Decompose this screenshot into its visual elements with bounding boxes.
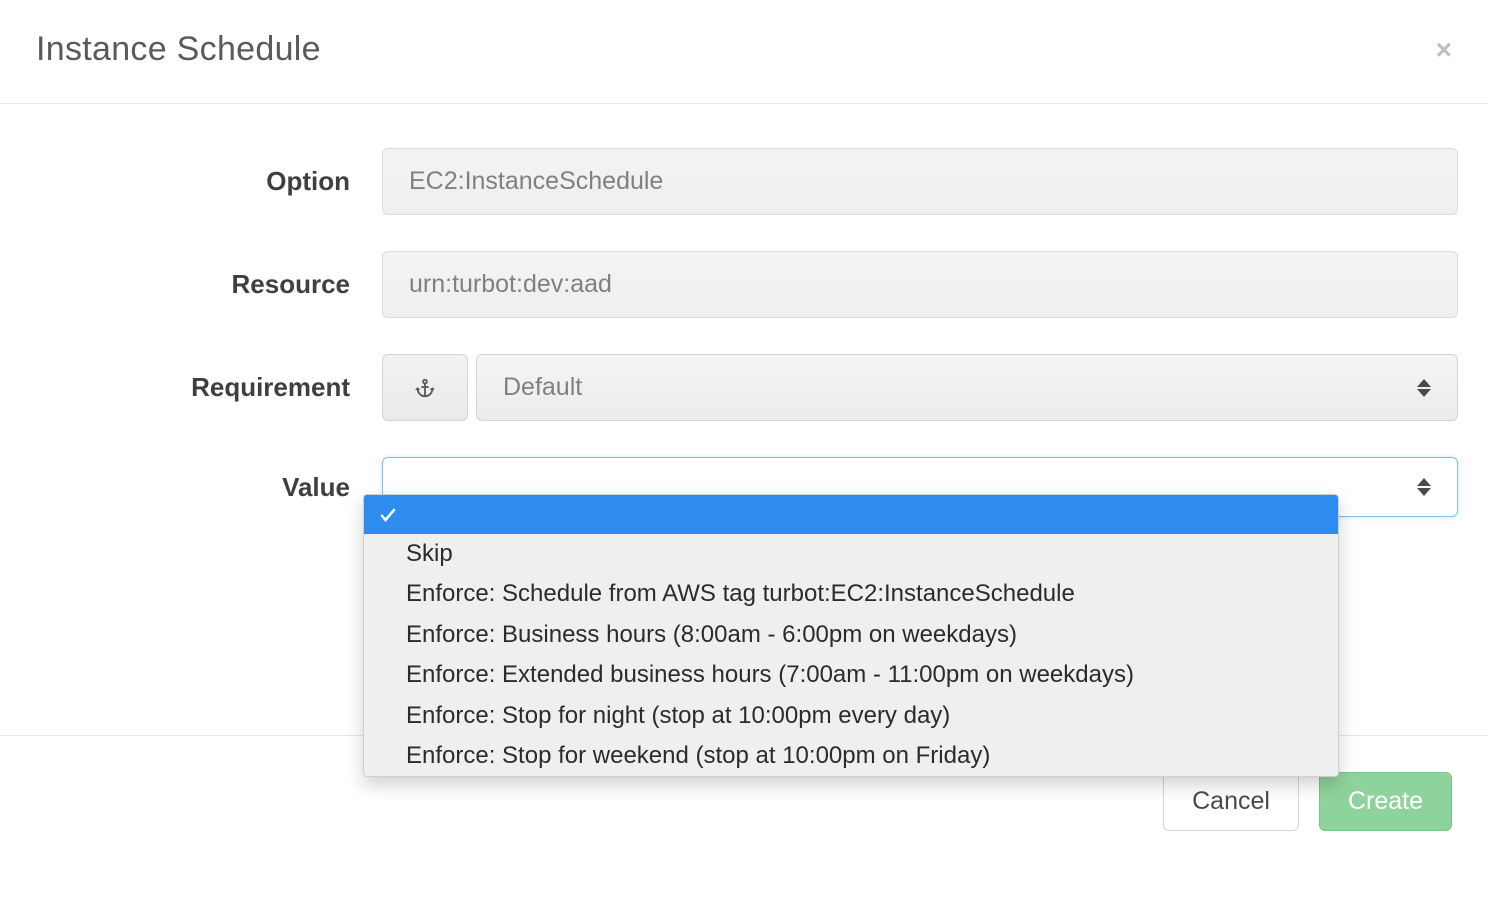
requirement-label: Requirement [30, 372, 382, 403]
resource-label: Resource [30, 269, 382, 300]
dropdown-option-empty[interactable] [364, 495, 1338, 534]
sort-icon [1417, 476, 1431, 498]
dropdown-option-extended-hours[interactable]: Enforce: Extended business hours (7:00am… [364, 655, 1338, 695]
value-dropdown-menu: Skip Enforce: Schedule from AWS tag turb… [363, 494, 1339, 777]
check-icon [378, 505, 398, 525]
option-field: EC2:InstanceSchedule [382, 148, 1458, 215]
close-icon: × [1436, 34, 1452, 65]
dropdown-option-stop-weekend[interactable]: Enforce: Stop for weekend (stop at 10:00… [364, 736, 1338, 776]
anchor-button[interactable] [382, 354, 468, 421]
dropdown-option-enforce-tag[interactable]: Enforce: Schedule from AWS tag turbot:EC… [364, 574, 1338, 614]
cancel-button[interactable]: Cancel [1163, 772, 1299, 831]
close-button[interactable]: × [1436, 36, 1452, 64]
dropdown-option-stop-night[interactable]: Enforce: Stop for night (stop at 10:00pm… [364, 696, 1338, 736]
anchor-icon [414, 375, 436, 401]
dropdown-option-business-hours[interactable]: Enforce: Business hours (8:00am - 6:00pm… [364, 615, 1338, 655]
dropdown-option-skip[interactable]: Skip [364, 534, 1338, 574]
sort-icon [1417, 377, 1431, 399]
requirement-select[interactable]: Default [476, 354, 1458, 421]
modal-title: Instance Schedule [36, 30, 321, 69]
option-label: Option [30, 166, 382, 197]
create-button[interactable]: Create [1319, 772, 1452, 831]
requirement-selected-value: Default [503, 373, 582, 402]
resource-field: urn:turbot:dev:aad [382, 251, 1458, 318]
value-label: Value [30, 472, 382, 503]
